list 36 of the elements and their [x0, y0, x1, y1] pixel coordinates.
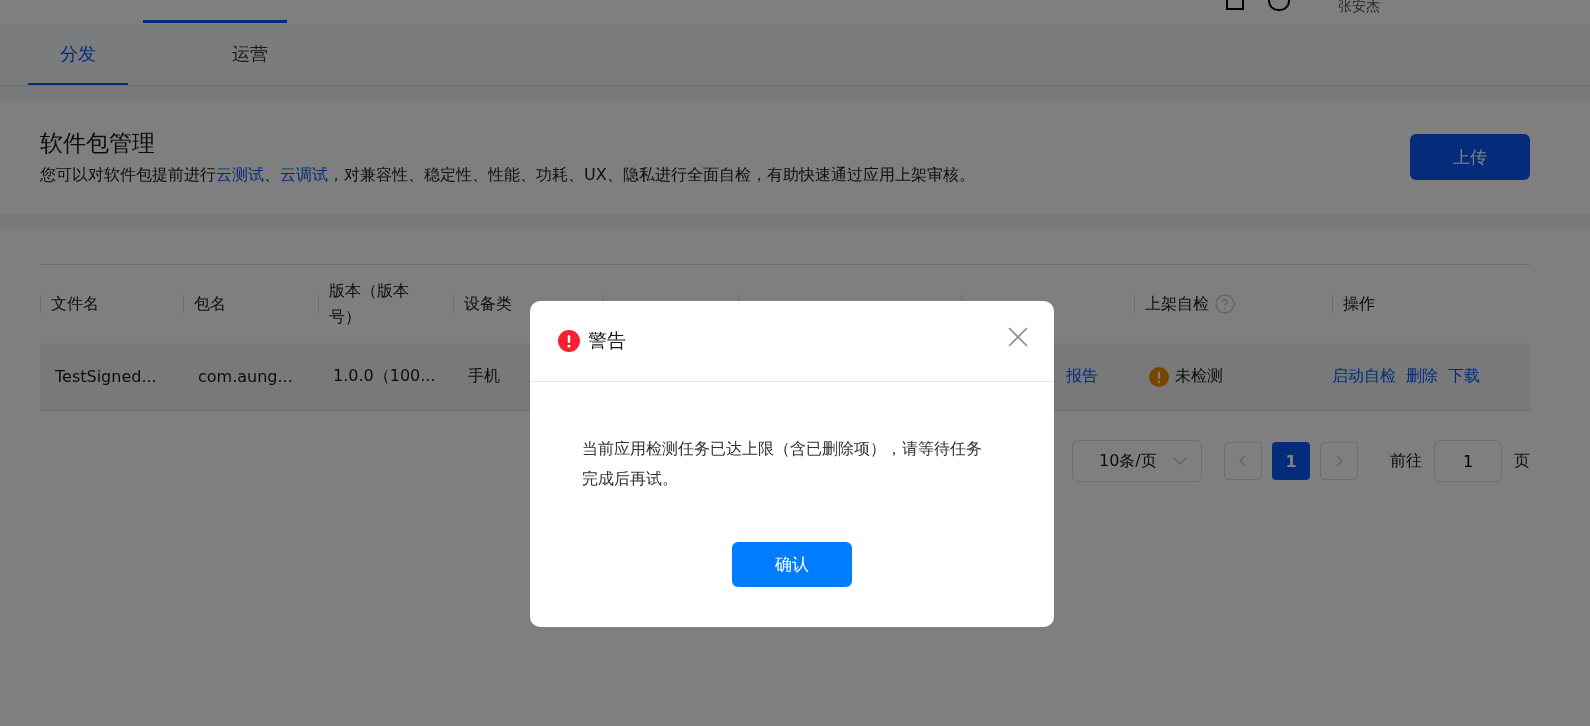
- tab[interactable]: 运营: [200, 25, 300, 85]
- warning-icon: [1149, 366, 1169, 387]
- page-title: 软件包管理: [40, 129, 156, 158]
- table-cell: 1.0.0（100...: [333, 366, 436, 387]
- table-cell: TestSigned...: [55, 367, 157, 386]
- upload-button[interactable]: 上传: [1410, 134, 1530, 180]
- column-header: 版本（版本号）: [329, 280, 410, 328]
- dialog-message: 当前应用检测任务已达上限（含已删除项），请等待任务完成后再试。: [581, 438, 983, 490]
- column-header: 文件名: [51, 293, 99, 315]
- chevron-down-icon: [1173, 457, 1187, 465]
- chevron-left-icon: [1239, 455, 1247, 467]
- column-header: 设备类: [464, 293, 512, 315]
- description-link[interactable]: 云测试: [216, 165, 264, 184]
- description-link[interactable]: 云调试: [280, 165, 328, 184]
- column-header: 操作: [1343, 293, 1375, 315]
- action-link[interactable]: 删除: [1406, 366, 1438, 387]
- report-link[interactable]: 报告: [1066, 366, 1098, 387]
- page-size-select[interactable]: 10条/页: [1072, 440, 1202, 482]
- table-cell: 未检测: [1175, 366, 1223, 387]
- action-link[interactable]: 下载: [1448, 366, 1480, 387]
- column-header: 上架自检: [1145, 293, 1209, 315]
- page-description: 您可以对软件包提前进行云测试、云调试，对兼容性、稳定性、性能、功耗、UX、隐私进行全面自检，有助快速通过应用上架审核。: [40, 165, 975, 186]
- goto-page-input[interactable]: 1: [1434, 440, 1502, 482]
- table-cell: 手机: [468, 366, 500, 387]
- table-cell: com.aung...: [198, 367, 293, 386]
- tab[interactable]: 分发: [28, 25, 128, 85]
- page-unit-label: 页: [1514, 450, 1530, 472]
- action-link[interactable]: 启动自检: [1332, 366, 1396, 387]
- chevron-right-icon: [1335, 455, 1343, 467]
- goto-label: 前往: [1390, 450, 1422, 472]
- close-icon[interactable]: [1008, 327, 1028, 347]
- page-number[interactable]: 1: [1272, 442, 1310, 480]
- confirm-button[interactable]: 确认: [732, 542, 852, 587]
- error-icon: [558, 330, 580, 352]
- column-header: 包名: [194, 293, 226, 315]
- dialog-title: 警告: [588, 328, 627, 353]
